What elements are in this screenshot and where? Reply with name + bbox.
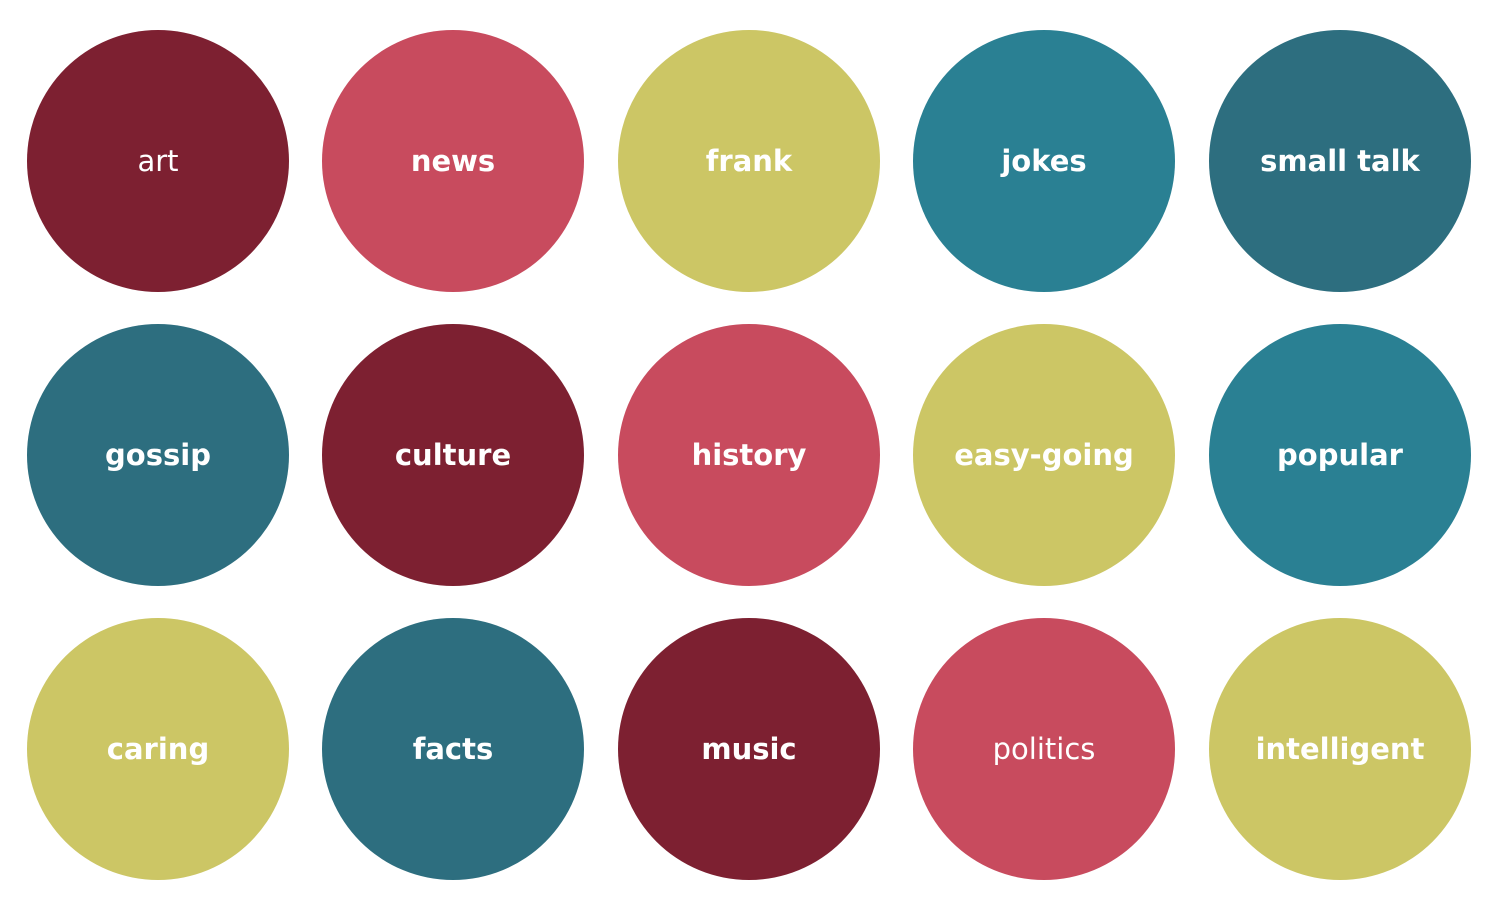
bubble-jokes[interactable]: jokes [913, 30, 1175, 292]
bubble-label: music [701, 731, 797, 766]
bubble-popular[interactable]: popular [1209, 324, 1471, 586]
bubble-label: small talk [1260, 143, 1420, 178]
bubble-label: intelligent [1255, 731, 1425, 766]
bubble-history[interactable]: history [618, 324, 880, 586]
bubble-label: history [691, 437, 807, 472]
bubble-label: jokes [1001, 143, 1087, 178]
bubble-label: caring [106, 731, 210, 766]
bubble-label: politics [992, 731, 1096, 766]
bubble-gossip[interactable]: gossip [27, 324, 289, 586]
bubble-small-talk[interactable]: small talk [1209, 30, 1471, 292]
bubble-art[interactable]: art [27, 30, 289, 292]
bubble-label: art [137, 143, 179, 178]
bubble-music[interactable]: music [618, 618, 880, 880]
bubble-easy-going[interactable]: easy-going [913, 324, 1175, 586]
bubble-caring[interactable]: caring [27, 618, 289, 880]
bubble-facts[interactable]: facts [322, 618, 584, 880]
bubble-news[interactable]: news [322, 30, 584, 292]
bubble-frank[interactable]: frank [618, 30, 880, 292]
bubble-label: gossip [105, 437, 211, 472]
bubble-label: culture [394, 437, 512, 472]
topic-bubble-grid: art news frank jokes small talk gossip c… [0, 0, 1500, 911]
bubble-label: easy-going [954, 437, 1134, 472]
bubble-label: popular [1277, 437, 1403, 472]
bubble-label: frank [705, 143, 793, 178]
bubble-culture[interactable]: culture [322, 324, 584, 586]
bubble-label: facts [412, 731, 494, 766]
bubble-politics[interactable]: politics [913, 618, 1175, 880]
bubble-intelligent[interactable]: intelligent [1209, 618, 1471, 880]
bubble-label: news [410, 143, 496, 178]
